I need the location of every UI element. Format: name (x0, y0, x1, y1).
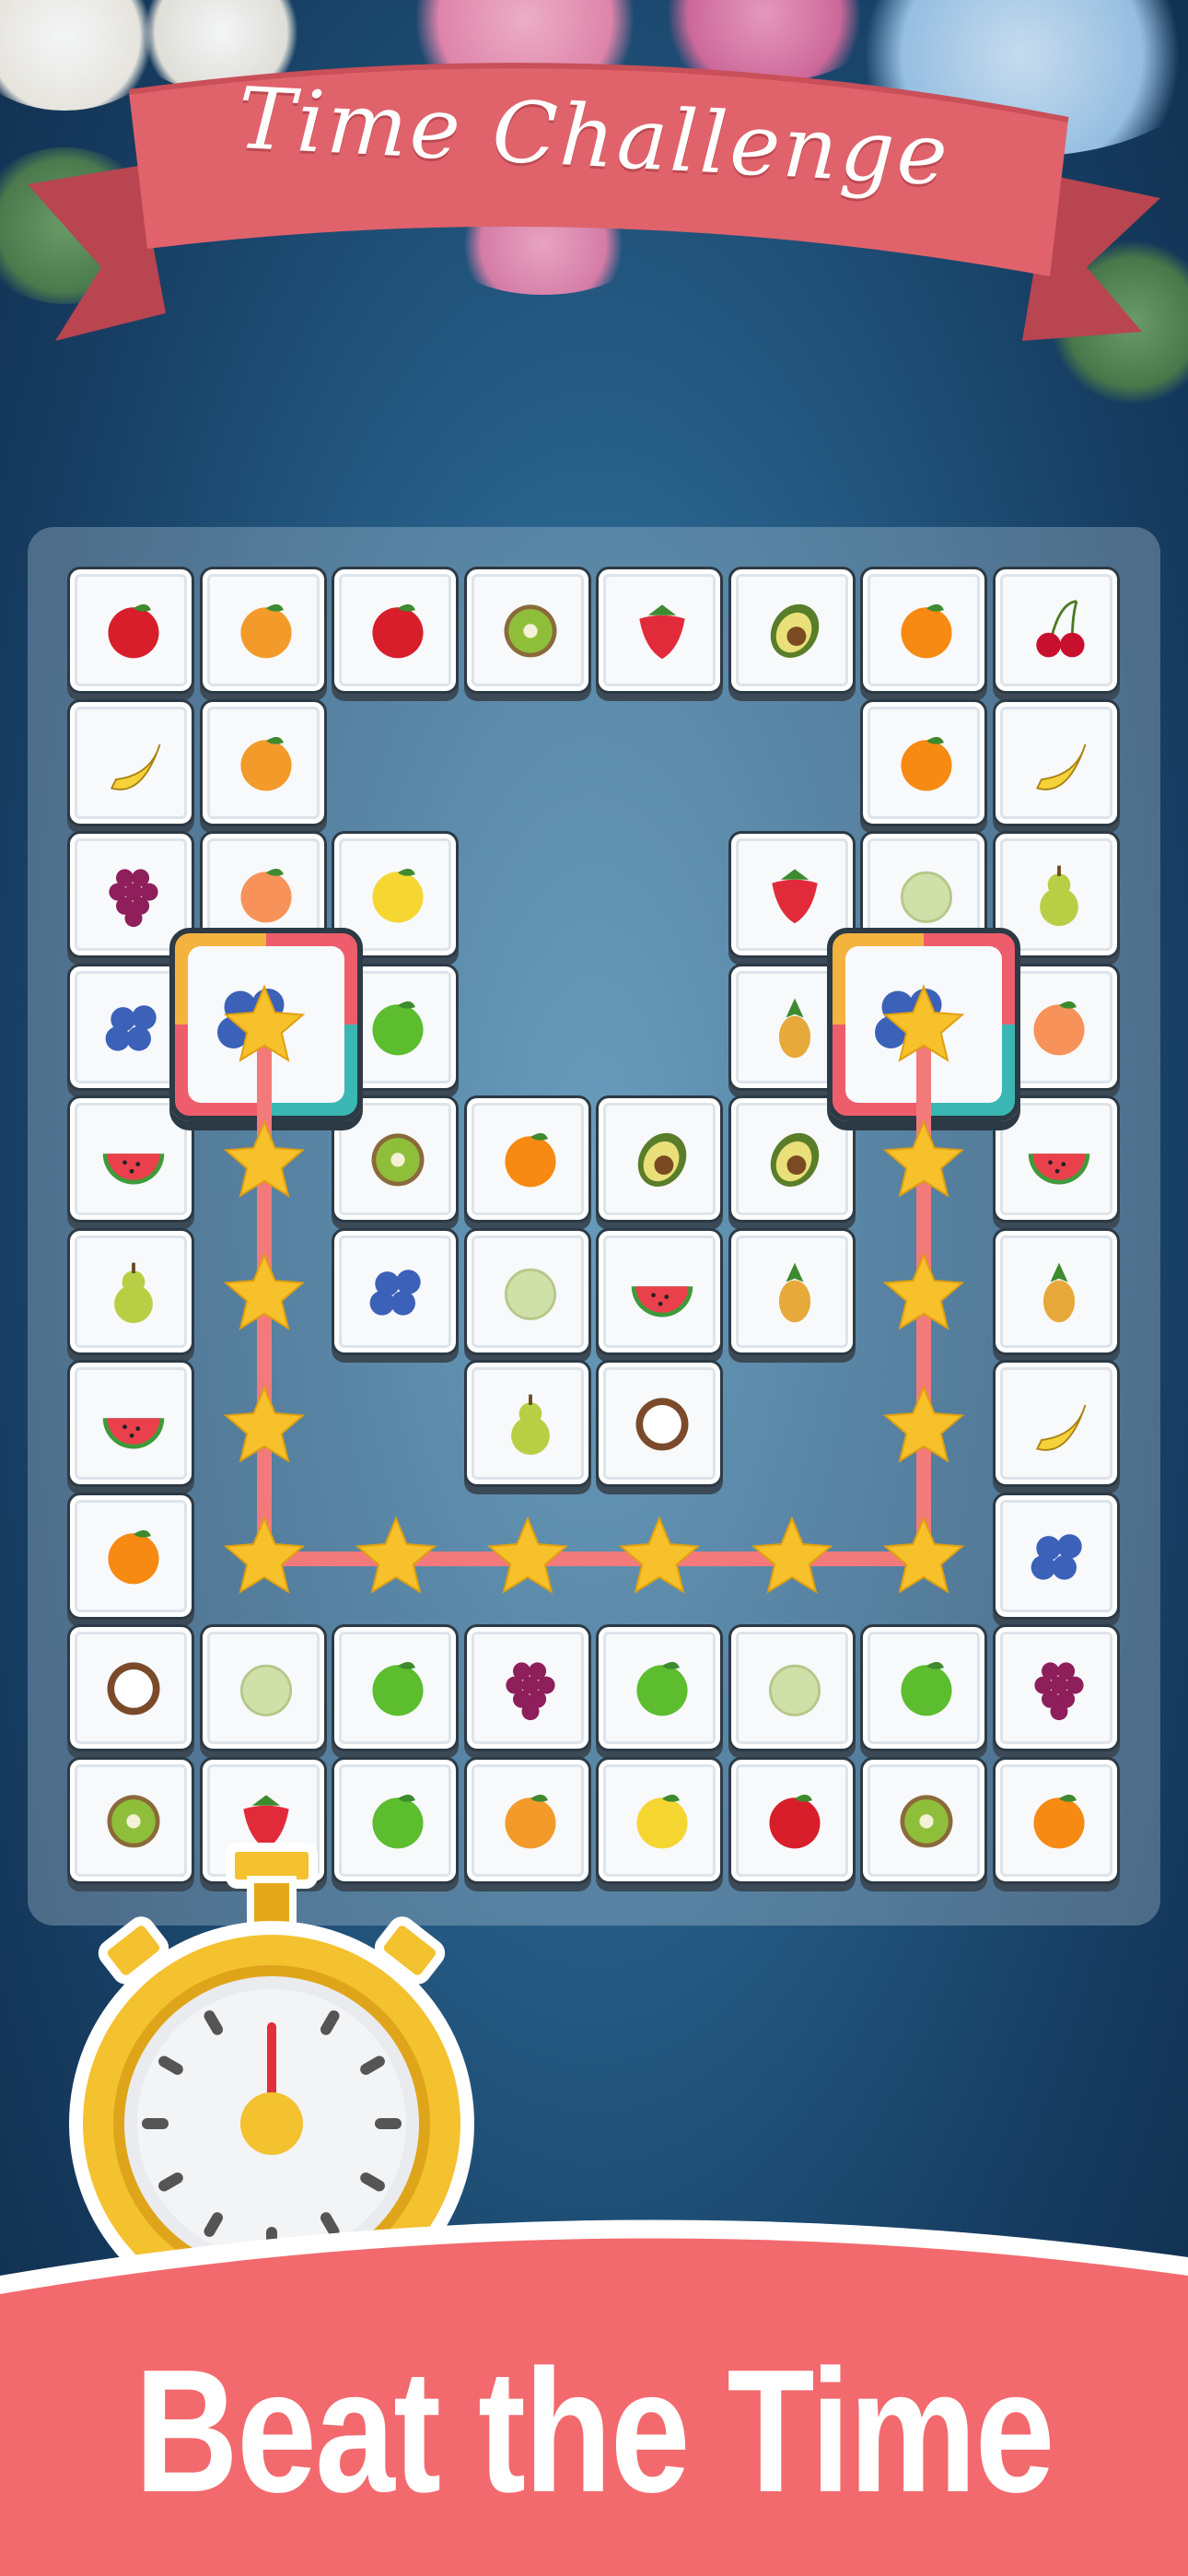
tile-pear[interactable] (463, 1360, 591, 1487)
tile-mango[interactable] (199, 567, 327, 694)
peach-icon (231, 859, 301, 929)
tile-avocado[interactable] (728, 567, 856, 694)
apple-green-icon (627, 1652, 697, 1722)
pear-icon (99, 1256, 169, 1326)
mango-icon (231, 727, 301, 797)
tile-strawberry[interactable] (596, 567, 723, 694)
kiwi-icon (495, 594, 565, 664)
cherry-icon (1024, 594, 1094, 664)
tile-blueberry[interactable] (992, 1492, 1120, 1620)
apple-green-icon (363, 1652, 433, 1722)
pineapple-icon (1024, 1256, 1094, 1326)
banana-icon (1024, 727, 1094, 797)
peach-icon (1024, 991, 1094, 1061)
apple-green-icon (891, 1652, 961, 1722)
avocado-icon (760, 594, 830, 664)
grapes-icon (495, 1652, 565, 1722)
tile-apple-green[interactable] (332, 1624, 459, 1751)
tile-lemon[interactable] (596, 1756, 723, 1884)
strawberry-icon (760, 859, 830, 929)
tile-pineapple[interactable] (992, 1227, 1120, 1355)
banana-icon (1024, 1388, 1094, 1458)
grapes-icon (99, 859, 169, 929)
banana-icon (99, 727, 169, 797)
tile-kiwi[interactable] (860, 1756, 987, 1884)
tile-orange[interactable] (860, 567, 987, 694)
tile-watermelon[interactable] (596, 1227, 723, 1355)
tile-watermelon[interactable] (67, 1360, 194, 1487)
tile-apple-green[interactable] (860, 1624, 987, 1751)
game-board (28, 527, 1160, 1926)
tile-melon[interactable] (463, 1227, 591, 1355)
watermelon-icon (99, 1388, 169, 1458)
tile-apple[interactable] (332, 567, 459, 694)
lemon-icon (363, 859, 433, 929)
apple-icon (99, 594, 169, 664)
tagline: Beat the Time (134, 2334, 1054, 2529)
melon-icon (760, 1652, 830, 1722)
blueberry-icon (363, 1256, 433, 1326)
apple-icon (760, 1785, 830, 1855)
tile-orange[interactable] (67, 1492, 194, 1620)
pineapple-icon (760, 991, 830, 1061)
tile-avocado[interactable] (596, 1095, 723, 1223)
orange-icon (891, 594, 961, 664)
orange-icon (891, 727, 961, 797)
tile-apple[interactable] (67, 567, 194, 694)
melon-icon (891, 859, 961, 929)
tile-mango[interactable] (199, 698, 327, 826)
orange-icon (99, 1520, 169, 1590)
selected-tile-blueberry[interactable] (169, 927, 363, 1121)
mango-icon (231, 594, 301, 664)
tile-kiwi[interactable] (463, 567, 591, 694)
blueberry-icon (208, 970, 300, 1062)
tile-cherry[interactable] (992, 567, 1120, 694)
tile-pineapple[interactable] (728, 1227, 856, 1355)
tile-melon[interactable] (728, 1624, 856, 1751)
tile-apple[interactable] (728, 1756, 856, 1884)
strawberry-icon (627, 594, 697, 664)
tile-pear[interactable] (67, 1227, 194, 1355)
watermelon-icon (99, 1123, 169, 1193)
tile-coconut[interactable] (596, 1360, 723, 1487)
pear-icon (1024, 859, 1094, 929)
tile-grapes[interactable] (992, 1624, 1120, 1751)
tile-apple-green[interactable] (596, 1624, 723, 1751)
tile-coconut[interactable] (67, 1624, 194, 1751)
tile-banana[interactable] (67, 698, 194, 826)
tile-orange[interactable] (463, 1095, 591, 1223)
watermelon-icon (627, 1256, 697, 1326)
coconut-icon (99, 1652, 169, 1722)
tile-melon[interactable] (199, 1624, 327, 1751)
tile-banana[interactable] (992, 1360, 1120, 1487)
grapes-icon (1024, 1652, 1094, 1722)
melon-icon (495, 1256, 565, 1326)
coconut-icon (627, 1388, 697, 1458)
blueberry-icon (1024, 1520, 1094, 1590)
avocado-icon (760, 1123, 830, 1193)
kiwi-icon (363, 1123, 433, 1193)
orange-icon (1024, 1785, 1094, 1855)
apple-green-icon (363, 991, 433, 1061)
blueberry-icon (99, 991, 169, 1061)
tile-blueberry[interactable] (332, 1227, 459, 1355)
selected-tile-blueberry[interactable] (827, 927, 1020, 1121)
tile-orange[interactable] (992, 1756, 1120, 1884)
pear-icon (495, 1388, 565, 1458)
tile-grapes[interactable] (463, 1624, 591, 1751)
orange-icon (495, 1123, 565, 1193)
kiwi-icon (891, 1785, 961, 1855)
watermelon-icon (1024, 1123, 1094, 1193)
lemon-icon (627, 1785, 697, 1855)
mango-icon (495, 1785, 565, 1855)
pineapple-icon (760, 1256, 830, 1326)
blueberry-icon (866, 970, 958, 1062)
tile-banana[interactable] (992, 698, 1120, 826)
apple-icon (363, 594, 433, 664)
tile-orange[interactable] (860, 698, 987, 826)
melon-icon (231, 1652, 301, 1722)
avocado-icon (627, 1123, 697, 1193)
